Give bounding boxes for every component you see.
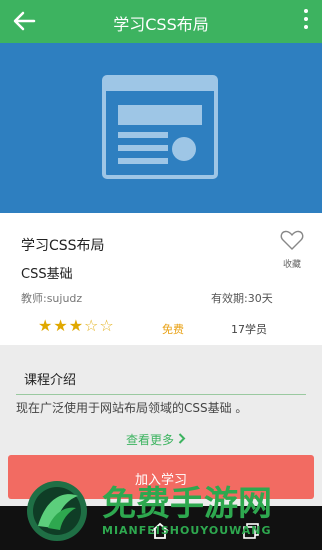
star-empty-icon: ☆	[99, 316, 115, 335]
more-vert-icon[interactable]	[300, 9, 312, 35]
heart-icon	[280, 230, 304, 250]
view-more-label: 查看更多	[126, 433, 175, 447]
star-filled-icon: ★	[68, 316, 85, 335]
system-nav-bar	[0, 506, 322, 550]
chevron-right-icon	[178, 433, 186, 444]
price-label: 免费	[162, 323, 184, 336]
course-description: 现在广泛使用于网站布局领域的CSS基础 。	[16, 401, 248, 415]
web-layout-icon	[102, 75, 218, 179]
rating-stars: ★★★☆☆	[38, 316, 115, 335]
favorite-button[interactable]: 收藏	[277, 229, 307, 270]
course-name: 学习CSS布局	[21, 238, 105, 254]
page-title: 学习CSS布局	[113, 15, 209, 34]
recent-apps-icon[interactable]	[242, 522, 260, 540]
student-count: 17学员	[231, 323, 267, 336]
app-bar: 学习CSS布局	[0, 0, 322, 43]
join-course-button[interactable]: 加入学习	[8, 455, 314, 499]
star-empty-icon: ☆	[84, 316, 100, 335]
course-banner	[0, 43, 322, 213]
tab-course-intro[interactable]: 课程介绍	[16, 362, 306, 395]
tab-course-intro-label: 课程介绍	[24, 373, 77, 388]
course-teacher: 教师:sujudz	[21, 292, 83, 305]
view-more-link[interactable]: 查看更多	[126, 431, 186, 448]
course-validity: 有效期:30天	[211, 292, 273, 305]
course-subtitle: CSS基础	[21, 267, 73, 282]
favorite-label: 收藏	[282, 260, 301, 270]
join-course-label: 加入学习	[134, 473, 187, 488]
course-info-card: 学习CSS布局 CSS基础 教师:sujudz 有效期:30天 收藏 ★★★☆☆…	[0, 213, 322, 345]
home-icon[interactable]	[150, 522, 170, 540]
star-filled-icon: ★	[53, 316, 69, 335]
star-filled-icon: ★	[38, 316, 54, 335]
